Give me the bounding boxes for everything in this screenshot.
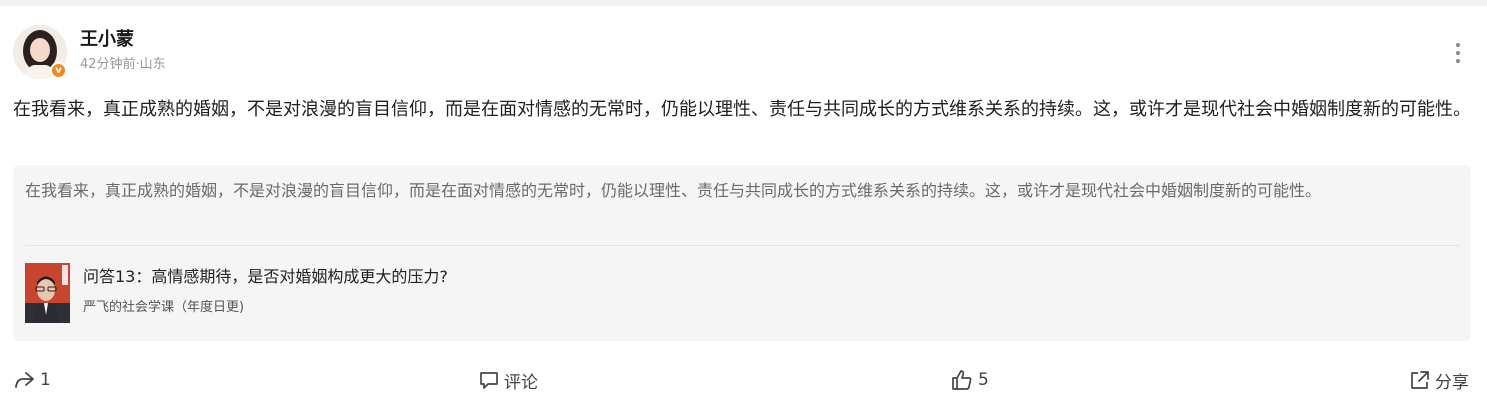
author-name[interactable]: 王小蒙: [80, 29, 134, 51]
verified-badge-icon: v: [50, 62, 67, 79]
course-thumbnail[interactable]: [25, 263, 70, 323]
share-external-icon: [1411, 371, 1429, 389]
repost-button[interactable]: 1: [13, 368, 51, 392]
quote-block[interactable]: 在我看来，真正成熟的婚姻，不是对浪漫的盲目信仰，而是在面对情感的无常时，仍能以理…: [13, 165, 1471, 341]
quote-card-source: 严飞的社会学课（年度日更): [83, 300, 245, 315]
like-count: 5: [978, 370, 989, 390]
quote-text: 在我看来，真正成熟的婚姻，不是对浪漫的盲目信仰，而是在面对情感的无常时，仍能以理…: [25, 181, 1322, 200]
comment-icon: [480, 372, 498, 389]
repost-arrow-icon: [15, 372, 34, 388]
comment-button[interactable]: 评论: [479, 368, 538, 393]
post-meta: 42分钟前·山东: [80, 57, 166, 72]
quote-divider: [25, 245, 1459, 246]
quote-card-title[interactable]: 问答13：高情感期待，是否对婚姻构成更大的压力?: [83, 266, 448, 288]
comment-label: 评论: [504, 372, 538, 393]
course-thumbnail-image: [25, 263, 70, 323]
more-vertical-icon[interactable]: [1450, 40, 1466, 66]
thumbs-up-icon: [952, 370, 972, 390]
author-avatar[interactable]: v: [13, 25, 67, 79]
like-button[interactable]: 5: [951, 368, 989, 392]
post-body: 在我看来，真正成熟的婚姻，不是对浪漫的盲目信仰，而是在面对情感的无常时，仍能以理…: [13, 99, 1471, 120]
repost-count: 1: [40, 370, 51, 390]
share-button[interactable]: 分享: [1410, 368, 1469, 393]
top-divider-bar: [0, 0, 1487, 6]
share-label: 分享: [1435, 372, 1469, 393]
